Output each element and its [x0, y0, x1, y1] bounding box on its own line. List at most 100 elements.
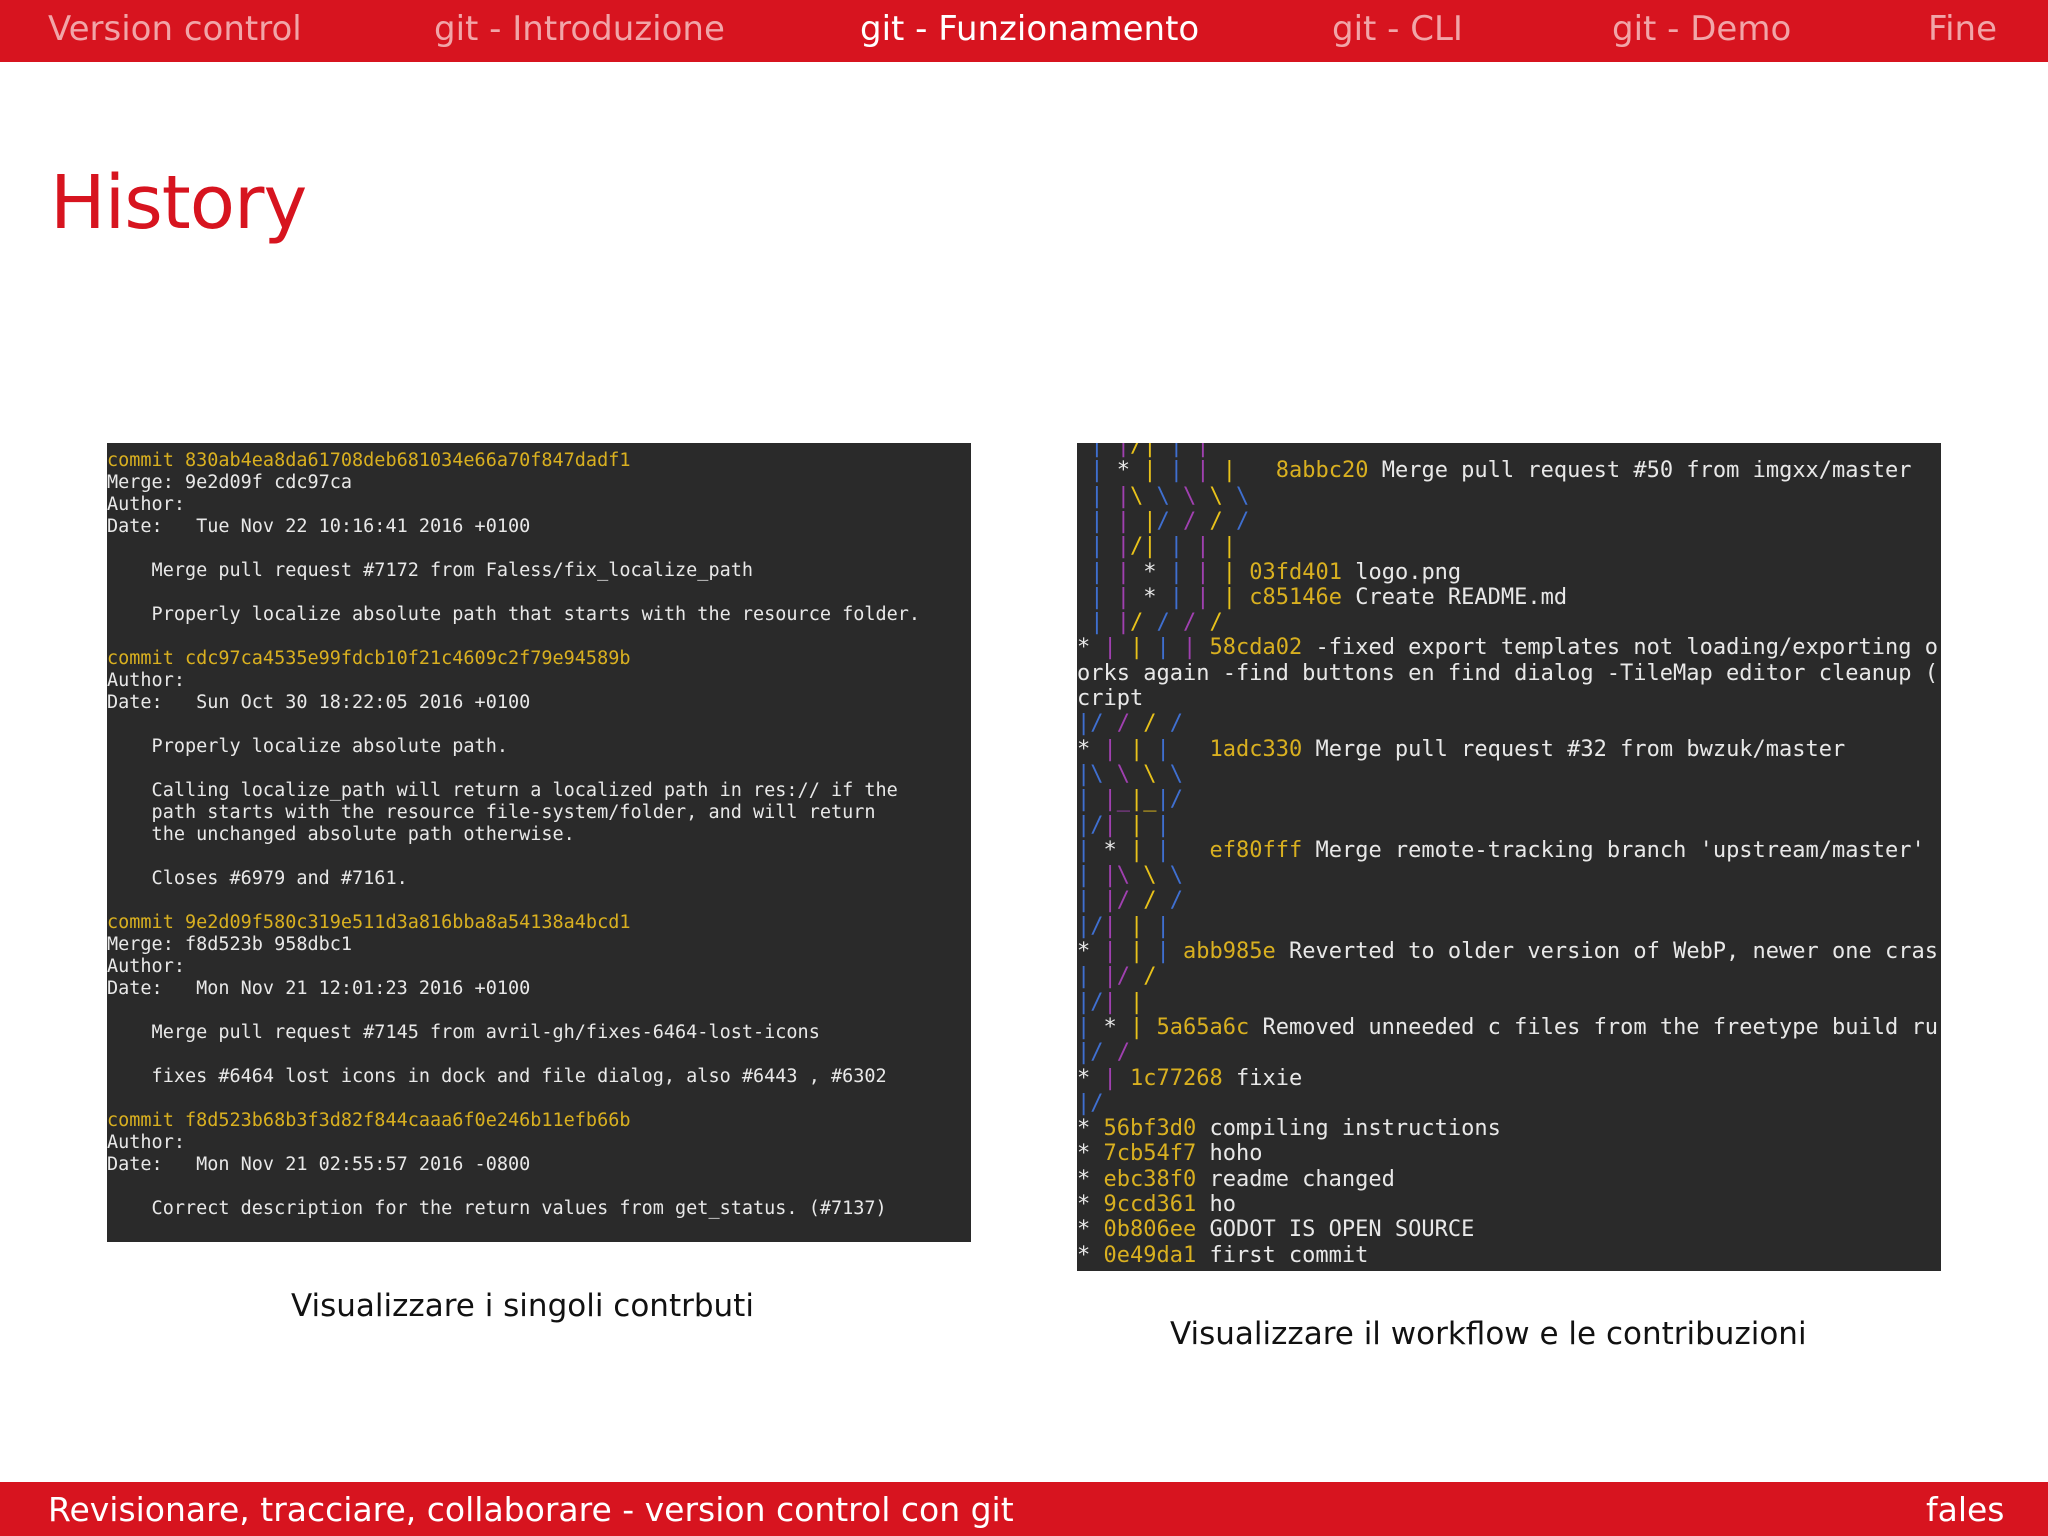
graph-line: |/| |: [1077, 990, 1143, 1016]
commit-message: Create README.md: [1341, 584, 1568, 610]
log-line: Date: Tue Nov 22 10:16:41 2016 +0100: [107, 516, 531, 537]
graph-line: |/: [1077, 1091, 1104, 1117]
commit-message: ho: [1196, 1192, 1236, 1217]
git-graph-screenshot: | |/| | | | * | | | | 8abbc20 Merge pull…: [1077, 443, 1941, 1271]
graph-line: | |/ / / /: [1077, 610, 1223, 636]
commit-hash: ef80fff: [1209, 837, 1303, 863]
graph-line: | | |/ / / /: [1077, 509, 1249, 535]
graph-lanes: *: [1077, 1217, 1091, 1243]
log-line: Closes #6979 and #7161.: [107, 868, 408, 889]
log-line: fixes #6464 lost icons in dock and file …: [107, 1066, 887, 1087]
graph-line: * 0b806ee GODOT IS OPEN SOURCE: [1077, 1217, 1474, 1243]
graph-line: | |/| | |: [1077, 443, 1210, 459]
graph-line: | * | 5a65a6c Removed unneeded c files f…: [1077, 1015, 1938, 1041]
graph-lanes: | |_|_|/: [1077, 787, 1183, 813]
graph-lanes: | * | |: [1077, 837, 1170, 863]
nav-item-git-funzionamento[interactable]: git - Funzionamento: [860, 9, 1199, 49]
commit-hash: 7cb54f7: [1103, 1141, 1197, 1167]
graph-line: * 7cb54f7 hoho: [1077, 1141, 1262, 1167]
commit-hash: 0b806ee: [1103, 1217, 1197, 1243]
graph-line: |/| | |: [1077, 914, 1170, 940]
graph-lanes: | | * | | |: [1090, 584, 1236, 610]
caption-right: Visualizzare il workflow e le contribuzi…: [1170, 1316, 1807, 1352]
git-log-screenshot: commit 830ab4ea8da61708deb681034e66a70f8…: [107, 443, 971, 1242]
graph-line: | |/| | | |: [1077, 534, 1236, 560]
commit-hash: ebc38f0: [1103, 1166, 1197, 1192]
graph-lanes: | |\ \ \: [1077, 863, 1183, 889]
log-line: path starts with the resource file-syste…: [107, 802, 876, 823]
nav-item-version-control[interactable]: Version control: [48, 9, 302, 49]
commit-hash: 8abbc20: [1275, 458, 1369, 484]
commit-message: compiling instructions: [1196, 1116, 1501, 1142]
graph-lanes: *: [1077, 1116, 1091, 1142]
log-line: Merge: f8d523b 958dbc1: [107, 934, 353, 955]
commit-hash: abb985e: [1183, 939, 1276, 964]
graph-lanes: | * | | | |: [1090, 458, 1236, 484]
graph-line: | | * | | | 03fd401 logo.png: [1077, 560, 1461, 586]
graph-line: * 0e49da1 first commit: [1077, 1243, 1368, 1269]
log-line: Date: Mon Nov 21 12:01:23 2016 +0100: [107, 978, 531, 999]
graph-line: | * | | | | 8abbc20 Merge pull request #…: [1077, 458, 1911, 484]
graph-lanes: * | | | |: [1077, 635, 1197, 661]
graph-line: | |/ /: [1077, 964, 1157, 990]
nav-item-git-introduzione[interactable]: git - Introduzione: [434, 9, 725, 49]
graph-line: * 9ccd361 ho: [1077, 1192, 1236, 1218]
graph-line: * | | | abb985e Reverted to older versio…: [1077, 939, 1938, 965]
graph-lanes: | |/| | | |: [1090, 534, 1236, 560]
graph-line: | |_|_|/: [1077, 787, 1183, 813]
graph-lanes: | | |/ / / /: [1090, 508, 1250, 534]
commit-message: Merge pull request #32 from bwzuk/master: [1302, 736, 1846, 762]
graph-lanes: | |/| | |: [1090, 443, 1210, 458]
log-line: Author:: [107, 1132, 185, 1153]
graph-lanes: |/ / / /: [1077, 711, 1183, 737]
graph-lanes: * | | |: [1077, 939, 1170, 964]
commit-hash: 56bf3d0: [1103, 1116, 1197, 1142]
graph-lanes: | |/ / /: [1077, 888, 1183, 914]
commit-message: fixie: [1222, 1065, 1303, 1091]
graph-line: * | 1c77268 fixie: [1077, 1066, 1302, 1092]
graph-lanes: |/: [1077, 1090, 1104, 1116]
nav-item-fine[interactable]: Fine: [1928, 9, 1997, 49]
graph-line: * ebc38f0 readme changed: [1077, 1167, 1395, 1193]
commit-message: GODOT IS OPEN SOURCE: [1196, 1217, 1475, 1243]
log-line: Properly localize absolute path.: [107, 736, 508, 757]
graph-line: |/ /: [1077, 1040, 1130, 1066]
commit-hash: 1c77268: [1130, 1065, 1223, 1091]
commit-message: Merge remote-tracking branch 'upstream/m…: [1302, 837, 1925, 863]
log-line: the unchanged absolute path otherwise.: [107, 824, 575, 845]
commit-hash: 58cda02: [1209, 635, 1303, 661]
nav-item-git-demo[interactable]: git - Demo: [1612, 9, 1791, 49]
graph-line: orks again -find buttons en find dialog …: [1077, 661, 1938, 687]
graph-line: cript: [1077, 686, 1143, 712]
graph-line: * | | | 1adc330 Merge pull request #32 f…: [1077, 737, 1845, 763]
commit-hash: 0e49da1: [1103, 1242, 1197, 1268]
commit-hash: c85146e: [1249, 584, 1342, 610]
graph-line: | |\ \ \ \ \: [1077, 484, 1249, 510]
graph-lanes: |/ /: [1077, 1040, 1130, 1066]
log-line: Date: Sun Oct 30 18:22:05 2016 +0100: [107, 692, 531, 713]
log-line: Author:: [107, 670, 185, 691]
log-line: Calling localize_path will return a loca…: [107, 780, 898, 801]
log-line: Properly localize absolute path that sta…: [107, 604, 921, 625]
graph-line: | |\ \ \: [1077, 863, 1183, 889]
graph-lanes: |/| | |: [1077, 812, 1170, 838]
commit-message: readme changed: [1196, 1166, 1395, 1192]
graph-lanes: *: [1077, 1141, 1091, 1167]
graph-lanes: *: [1077, 1166, 1091, 1192]
log-line: Merge pull request #7145 from avril-gh/f…: [107, 1022, 820, 1043]
graph-line: | | * | | | c85146e Create README.md: [1077, 585, 1567, 611]
graph-line: |/ / / /: [1077, 711, 1183, 737]
nav-item-git-cli[interactable]: git - CLI: [1332, 9, 1463, 49]
log-line: Correct description for the return value…: [107, 1198, 887, 1219]
log-line: commit 9e2d09f580c319e511d3a816bba8a5413…: [107, 912, 631, 933]
log-line: Merge: 9e2d09f cdc97ca: [107, 472, 353, 493]
graph-lanes: * | | |: [1077, 736, 1170, 762]
graph-lanes: *: [1077, 1242, 1091, 1268]
graph-line: * | | | | 58cda02 -fixed export template…: [1077, 635, 1938, 661]
log-line: Author:: [107, 494, 185, 515]
graph-lanes: | |/ /: [1077, 964, 1157, 990]
commit-message: -fixed export templates not loading/expo…: [1302, 635, 1938, 661]
graph-line: |\ \ \ \: [1077, 762, 1183, 788]
commit-message: hoho: [1196, 1141, 1263, 1167]
graph-lanes: * |: [1077, 1065, 1117, 1091]
